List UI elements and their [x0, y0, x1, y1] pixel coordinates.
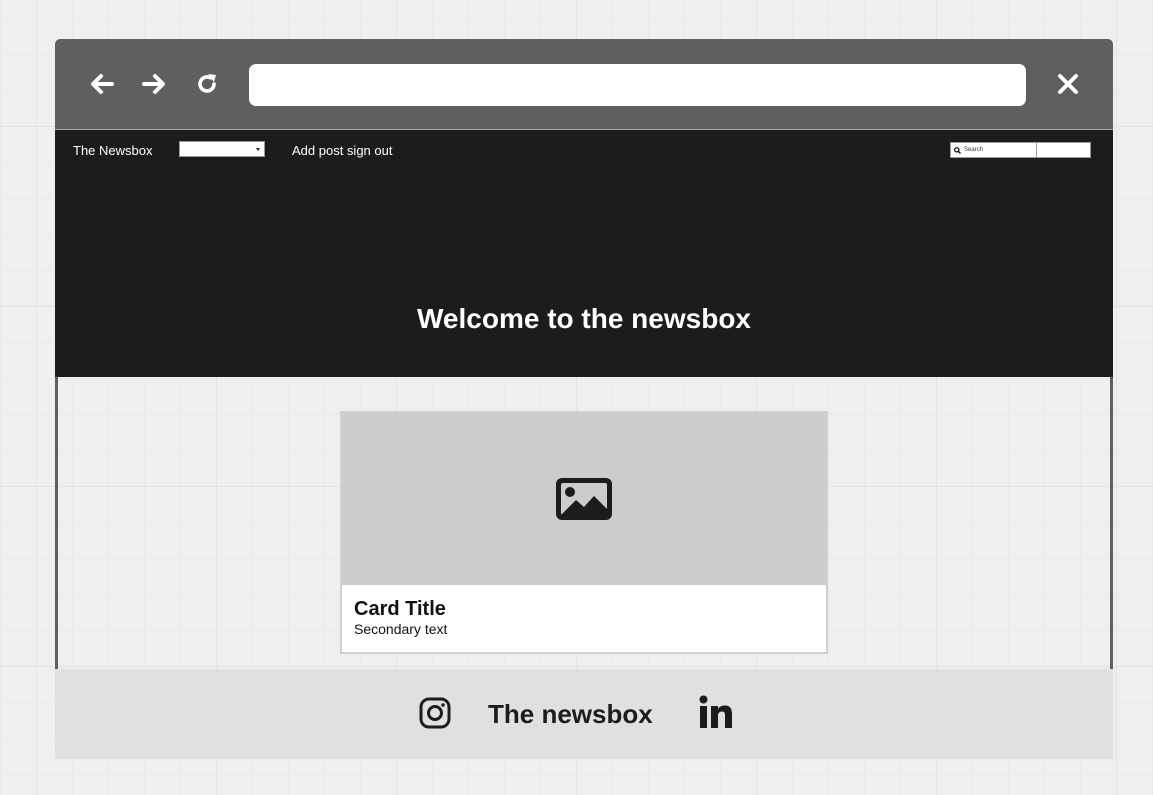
browser-window: The Newsbox Add post sign out Search Wel… — [55, 39, 1113, 759]
card-image — [342, 413, 826, 585]
linkedin-icon — [699, 695, 732, 728]
card-secondary-text: Secondary text — [354, 621, 448, 637]
instagram-icon — [419, 697, 451, 729]
back-button[interactable] — [85, 67, 119, 101]
arrow-right-icon — [142, 74, 165, 94]
forward-button[interactable] — [137, 67, 171, 101]
image-icon — [556, 478, 612, 520]
instagram-link[interactable] — [419, 697, 451, 734]
close-button[interactable] — [1051, 67, 1085, 101]
linkedin-link[interactable] — [699, 695, 733, 734]
address-bar-input[interactable] — [249, 64, 1026, 106]
search-input[interactable]: Search — [950, 142, 1037, 158]
reload-icon — [198, 74, 216, 93]
arrow-left-icon — [91, 74, 114, 94]
browser-toolbar — [55, 39, 1113, 130]
nav-dropdown[interactable] — [179, 141, 265, 157]
search-icon — [954, 146, 961, 154]
search-button[interactable] — [1036, 142, 1091, 158]
footer-title: The newsbox — [488, 699, 653, 729]
search-placeholder: Search — [964, 147, 984, 153]
site-header: The Newsbox Add post sign out Search Wel… — [55, 130, 1113, 377]
brand-link[interactable]: The Newsbox — [73, 143, 152, 158]
post-card[interactable]: Card Title Secondary text — [340, 411, 828, 654]
nav-links: Add post sign out — [292, 143, 392, 158]
reload-button[interactable] — [190, 67, 224, 101]
site-footer: The newsbox — [55, 669, 1113, 759]
card-title: Card Title — [354, 598, 446, 620]
close-icon — [1058, 74, 1078, 94]
hero-title: Welcome to the newsbox — [417, 303, 751, 334]
chevron-down-icon — [256, 148, 260, 151]
nav-links-text[interactable]: Add post sign out — [292, 143, 392, 158]
